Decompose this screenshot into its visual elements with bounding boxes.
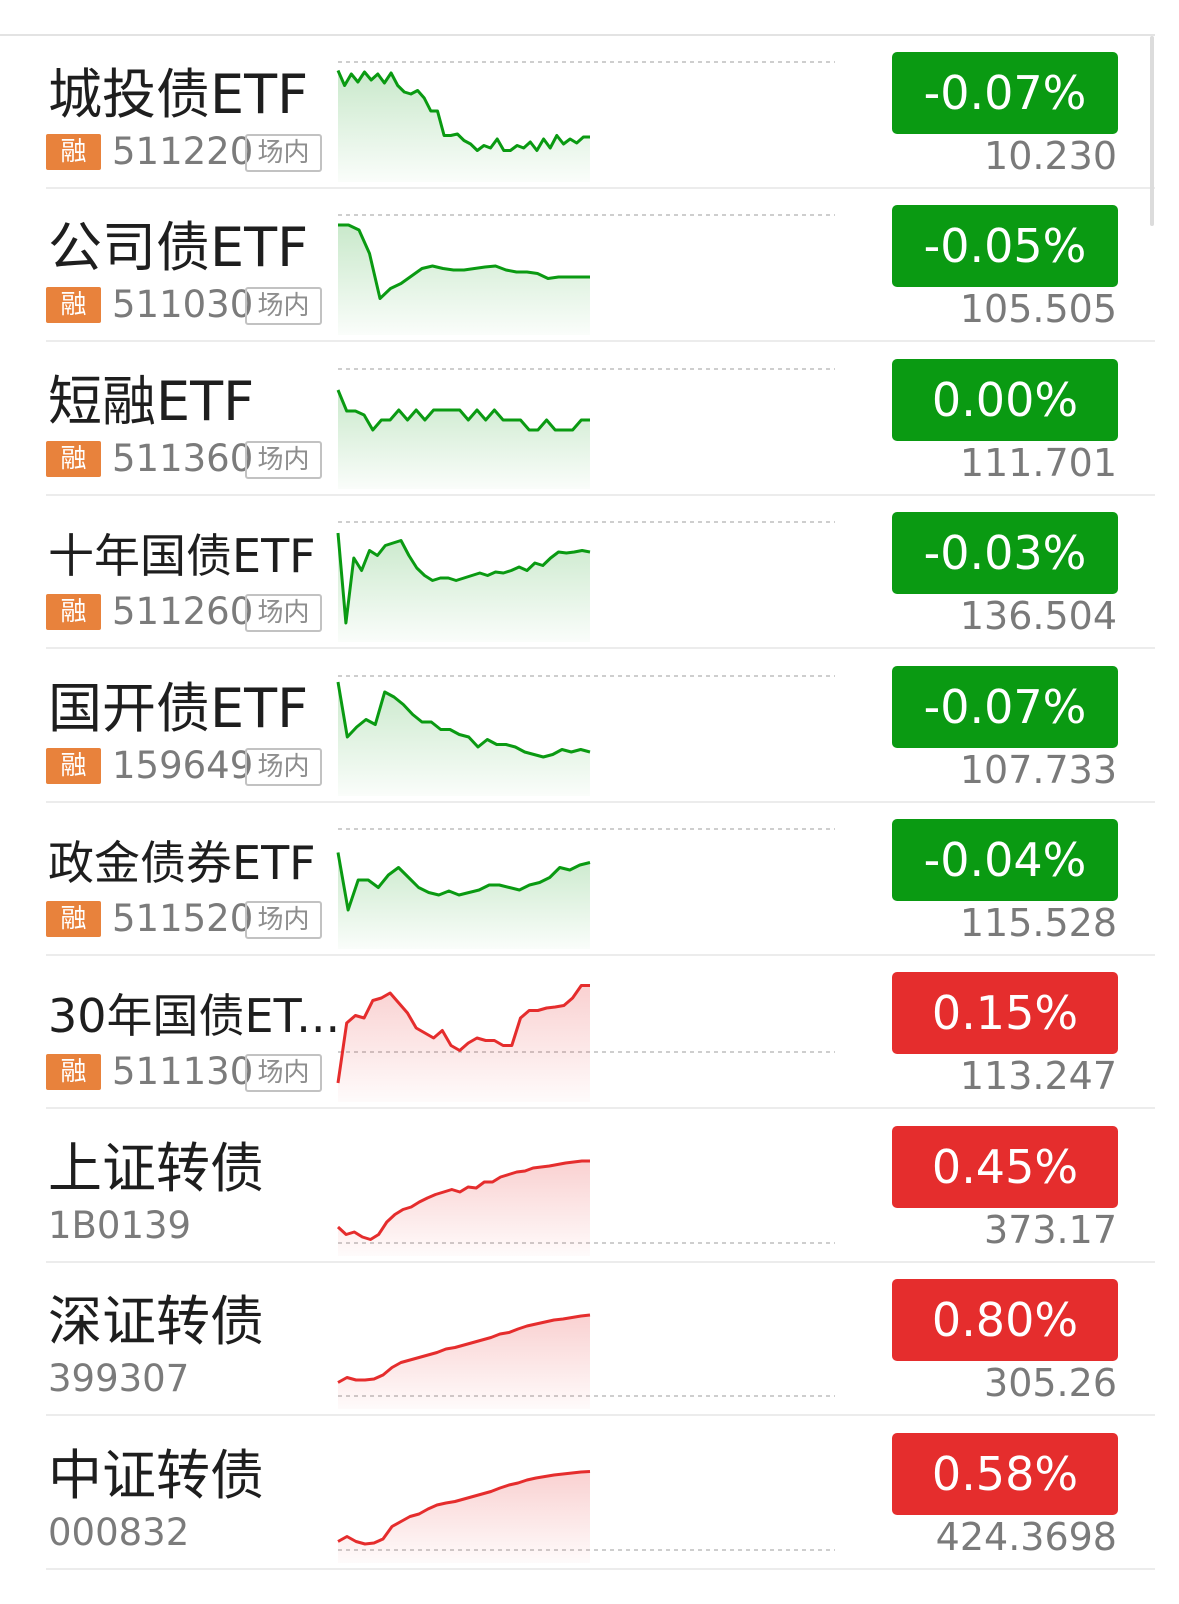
security-code: 511220 — [112, 130, 254, 173]
intraday-sparkline — [336, 984, 835, 1102]
margin-trading-tag: 融 — [46, 134, 101, 170]
row-divider — [46, 647, 1155, 649]
last-price: 136.504 — [959, 594, 1117, 638]
list-item[interactable]: 十年国债ETF 融 511260 场内 -0.03% 136.504 — [0, 496, 1155, 649]
last-price: 107.733 — [959, 748, 1117, 792]
sparkline-area — [338, 985, 590, 1102]
security-code: 159649 — [112, 744, 254, 787]
last-price: 305.26 — [984, 1361, 1117, 1405]
security-name: 城投债ETF — [48, 63, 309, 126]
change-percent-badge[interactable]: -0.05% — [892, 205, 1118, 287]
security-code: 511360 — [112, 437, 254, 480]
last-price: 10.230 — [984, 134, 1117, 178]
sparkline-area — [338, 1161, 590, 1256]
last-price: 113.247 — [959, 1054, 1117, 1098]
security-name: 中证转债 — [48, 1444, 264, 1507]
security-code: 399307 — [48, 1357, 190, 1400]
venue-tag: 场内 — [245, 441, 322, 479]
margin-trading-tag: 融 — [46, 901, 101, 937]
last-price: 373.17 — [984, 1208, 1117, 1252]
sparkline-area — [338, 533, 590, 642]
list-item[interactable]: 上证转债 1B0139 0.45% 373.17 — [0, 1110, 1155, 1263]
change-percent-badge[interactable]: -0.03% — [892, 512, 1118, 594]
list-item[interactable]: 国开债ETF 融 159649 场内 -0.07% 107.733 — [0, 650, 1155, 803]
list-item[interactable]: 深证转债 399307 0.80% 305.26 — [0, 1263, 1155, 1416]
intraday-sparkline — [336, 828, 835, 949]
list-item[interactable]: 中证转债 000832 0.58% 424.3698 — [0, 1417, 1155, 1570]
change-percent-badge[interactable]: 0.45% — [892, 1126, 1118, 1208]
row-divider — [46, 1414, 1155, 1416]
intraday-sparkline — [337, 1470, 835, 1563]
sparkline-area — [338, 1315, 590, 1409]
security-name: 政金债券ETF — [48, 836, 316, 890]
intraday-sparkline — [336, 368, 835, 489]
security-name: 上证转债 — [48, 1137, 264, 1200]
margin-trading-tag: 融 — [46, 287, 101, 323]
row-divider — [46, 340, 1155, 342]
intraday-sparkline — [336, 521, 835, 642]
change-percent-badge[interactable]: -0.07% — [892, 52, 1118, 134]
security-name: 30年国债ET... — [48, 989, 341, 1043]
list-item[interactable]: 30年国债ET... 融 511130 场内 0.15% 113.247 — [0, 956, 1155, 1109]
margin-trading-tag: 融 — [46, 441, 101, 477]
security-name: 十年国债ETF — [48, 529, 316, 583]
sparkline-area — [338, 852, 590, 949]
row-divider — [46, 1568, 1155, 1570]
list-item[interactable]: 短融ETF 融 511360 场内 0.00% 111.701 — [0, 343, 1155, 496]
security-code: 511260 — [112, 590, 254, 633]
last-price: 111.701 — [959, 441, 1117, 485]
intraday-sparkline — [337, 1313, 835, 1409]
last-price: 105.505 — [959, 287, 1117, 331]
margin-trading-tag: 融 — [46, 748, 101, 784]
sparkline-area — [338, 390, 590, 489]
security-name: 深证转债 — [48, 1290, 264, 1353]
venue-tag: 场内 — [245, 594, 322, 632]
security-name: 国开债ETF — [48, 677, 309, 740]
intraday-sparkline — [338, 214, 835, 335]
security-code: 511130 — [112, 1050, 254, 1093]
change-percent-badge[interactable]: -0.04% — [892, 819, 1118, 901]
list-item[interactable]: 政金债券ETF 融 511520 场内 -0.04% 115.528 — [0, 803, 1155, 956]
change-percent-badge[interactable]: 0.15% — [892, 972, 1118, 1054]
venue-tag: 场内 — [245, 134, 322, 172]
list-item[interactable]: 城投债ETF 融 511220 场内 -0.07% 10.230 — [0, 36, 1155, 189]
intraday-sparkline — [336, 61, 835, 182]
row-divider — [46, 1107, 1155, 1109]
scrollbar[interactable] — [1150, 36, 1154, 226]
list-item[interactable]: 公司债ETF 融 511030 场内 -0.05% 105.505 — [0, 189, 1155, 342]
venue-tag: 场内 — [245, 748, 322, 786]
last-price: 424.3698 — [935, 1515, 1117, 1559]
change-percent-badge[interactable]: 0.80% — [892, 1279, 1118, 1361]
security-code: 511030 — [112, 283, 254, 326]
margin-trading-tag: 融 — [46, 594, 101, 630]
last-price: 115.528 — [959, 901, 1117, 945]
sparkline-area — [338, 70, 590, 182]
intraday-sparkline — [336, 675, 835, 796]
security-name: 短融ETF — [48, 370, 255, 433]
margin-trading-tag: 融 — [46, 1054, 101, 1090]
change-percent-badge[interactable]: 0.58% — [892, 1433, 1118, 1515]
change-percent-badge[interactable]: 0.00% — [892, 359, 1118, 441]
venue-tag: 场内 — [245, 901, 322, 939]
venue-tag: 场内 — [245, 1054, 322, 1092]
security-code: 511520 — [112, 897, 254, 940]
security-code: 000832 — [48, 1511, 190, 1554]
intraday-sparkline — [336, 1159, 835, 1256]
sparkline-area — [338, 682, 590, 796]
security-code: 1B0139 — [48, 1204, 192, 1247]
venue-tag: 场内 — [245, 287, 322, 325]
sparkline-area — [338, 1471, 590, 1563]
change-percent-badge[interactable]: -0.07% — [892, 666, 1118, 748]
security-name: 公司债ETF — [48, 216, 309, 279]
